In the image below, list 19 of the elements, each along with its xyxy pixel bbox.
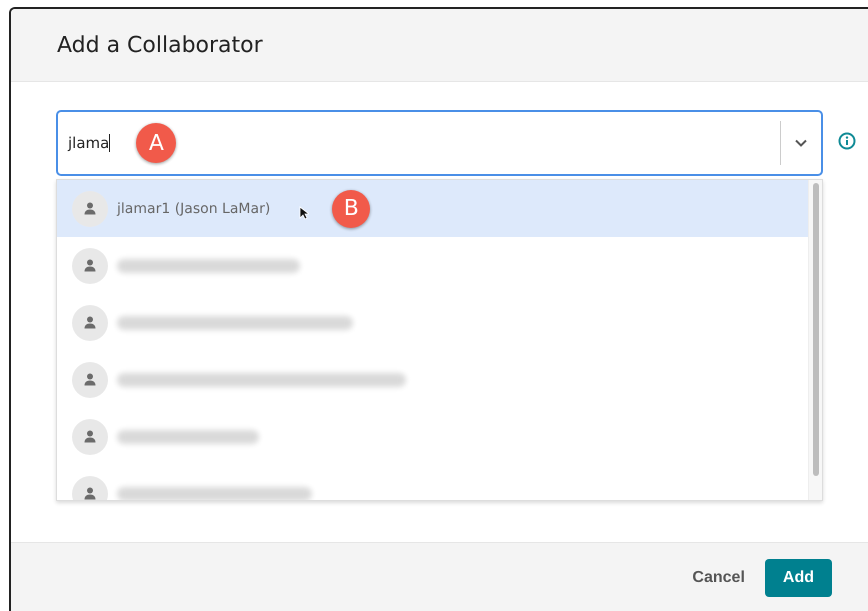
scrollbar-thumb[interactable]: [812, 183, 818, 476]
caret-icon[interactable]: [795, 139, 807, 147]
search-text: jlama: [68, 134, 110, 152]
user-name: jlamar1 (Jason LaMar): [117, 200, 270, 216]
user-avatar-icon: [72, 418, 108, 454]
result-item[interactable]: jlamar1 (Jason LaMar) B: [57, 180, 808, 237]
add-button[interactable]: Add: [764, 559, 832, 597]
info-icon[interactable]: [838, 132, 856, 150]
user-search-field[interactable]: jlama A: [56, 110, 823, 176]
user-avatar-icon: [72, 248, 108, 284]
callout-marker: B: [332, 190, 370, 228]
user-avatar-icon: [72, 190, 108, 226]
scrollbar[interactable]: [808, 180, 822, 500]
cancel-button[interactable]: Cancel: [690, 561, 747, 595]
mouse-pointer-icon: [299, 206, 310, 220]
dialog-title: Add a Collaborator: [57, 32, 263, 58]
user-avatar-icon: [72, 362, 108, 398]
user-avatar-icon: [72, 304, 108, 340]
callout-marker: A: [136, 123, 176, 163]
